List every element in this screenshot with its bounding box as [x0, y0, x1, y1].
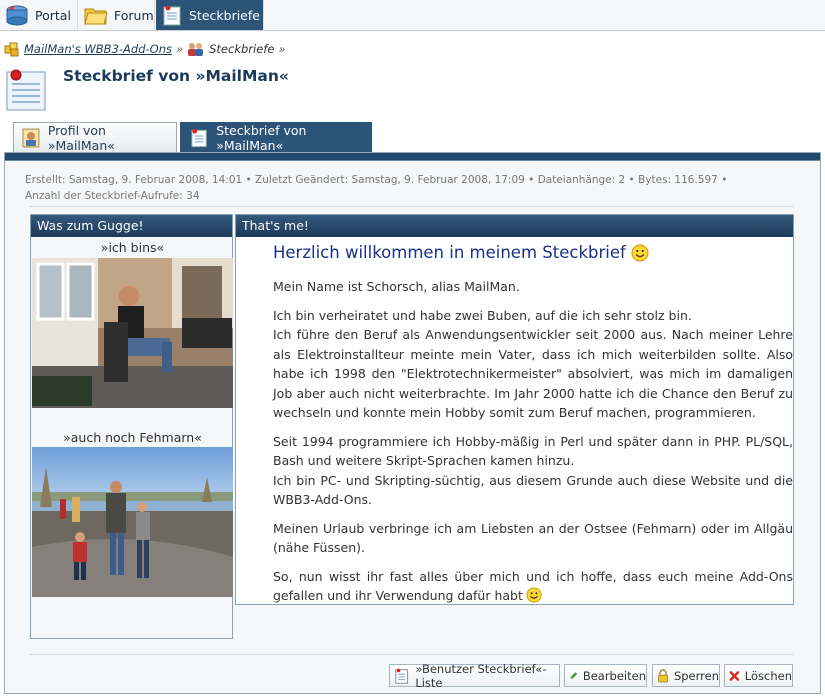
smiley-icon [631, 244, 649, 261]
breadcrumb-current: Steckbriefe [209, 42, 275, 56]
steckbrief-icon [163, 5, 181, 26]
nav-tab-portal[interactable]: Portal [0, 0, 78, 30]
nav-tab-label: Forum [114, 7, 154, 23]
nav-tab-forum[interactable]: Forum [79, 0, 155, 30]
portal-icon [6, 5, 28, 26]
photo-ich-bins[interactable] [32, 258, 233, 408]
tab-steckbrief[interactable]: Steckbrief von »MailMan« [180, 122, 372, 153]
nav-tab-steckbriefe[interactable]: Steckbriefe [156, 0, 264, 30]
delete-x-icon [729, 670, 740, 681]
nav-tab-label: Portal [35, 7, 71, 23]
steckbrief-meta-info: Erstellt: Samstag, 9. Februar 2008, 14:0… [25, 174, 728, 202]
about-paragraph: Ich bin PC- und Skripting-süchtig, aus d… [273, 472, 793, 508]
about-paragraph: Seit 1994 programmiere ich Hobby-mäßig i… [273, 433, 793, 469]
addons-icon [4, 42, 19, 57]
nav-tab-label: Steckbriefe [189, 7, 260, 23]
button-label: Löschen [744, 668, 792, 683]
breadcrumb: MailMan's WBB3-Add-Ons » Steckbriefe » [4, 41, 290, 57]
button-label: Bearbeiten [582, 668, 646, 683]
page-title: Steckbrief von »MailMan« [63, 67, 289, 85]
steckbrief-large-icon [6, 69, 46, 111]
button-label: »Benutzer Steckbrief«-Liste [415, 661, 547, 690]
about-paragraph: Ich führe den Beruf als Anwendungsentwic… [273, 327, 793, 420]
button-label: Sperren [673, 668, 719, 683]
tab-label: Steckbrief von »MailMan« [216, 123, 307, 153]
frame-header-bar [5, 153, 820, 161]
photo-caption: »ich bins« [100, 240, 165, 255]
about-panel-title: That's me! [236, 215, 793, 237]
forum-folder-icon [84, 8, 108, 25]
pencil-icon [570, 671, 578, 679]
divider [29, 206, 793, 207]
breadcrumb-separator: » [278, 42, 286, 56]
welcome-heading-text: Herzlich willkommen in meinem Steckbrief [273, 243, 626, 262]
about-panel: That's me! Herzlich willkommen in meinem… [235, 214, 794, 605]
steckbrief-list-button[interactable]: »Benutzer Steckbrief«-Liste [389, 661, 560, 690]
gallery-panel-title: Was zum Gugge! [31, 215, 232, 237]
edit-button[interactable]: Bearbeiten [564, 664, 647, 687]
tab-label: Profil von »MailMan« [47, 123, 115, 153]
steckbrief-icon [191, 128, 207, 148]
lock-button[interactable]: Sperren [652, 664, 720, 687]
breadcrumb-link-addons[interactable]: MailMan's WBB3-Add-Ons [24, 42, 172, 56]
photo-fehmarn[interactable] [32, 447, 233, 597]
about-paragraph: Meinen Urlaub verbringe ich am Liebsten … [273, 520, 793, 556]
top-navigation: Portal Forum Steckbriefe [0, 0, 825, 31]
photo-caption: »auch noch Fehmarn« [63, 430, 202, 445]
about-text: Mein Name ist Schorsch, alias MailMan. I… [273, 277, 793, 615]
breadcrumb-separator: » [176, 42, 184, 56]
tab-profil[interactable]: Profil von »MailMan« [13, 122, 177, 153]
lock-icon [658, 668, 668, 682]
list-icon [395, 668, 409, 684]
gallery-panel: Was zum Gugge! »ich bins« »auch noch Feh… [30, 214, 233, 639]
smiley-icon [526, 587, 542, 603]
delete-button[interactable]: Löschen [724, 664, 793, 687]
divider [29, 654, 793, 655]
users-icon [188, 43, 204, 56]
about-paragraph: Ich bin verheiratet und habe zwei Buben,… [273, 307, 692, 323]
profile-icon [22, 128, 40, 148]
welcome-heading: Herzlich willkommen in meinem Steckbrief [273, 243, 649, 262]
about-paragraph: Mein Name ist Schorsch, alias MailMan. [273, 279, 520, 294]
about-paragraph-last: So, nun wisst ihr fast alles über mich u… [273, 567, 793, 606]
